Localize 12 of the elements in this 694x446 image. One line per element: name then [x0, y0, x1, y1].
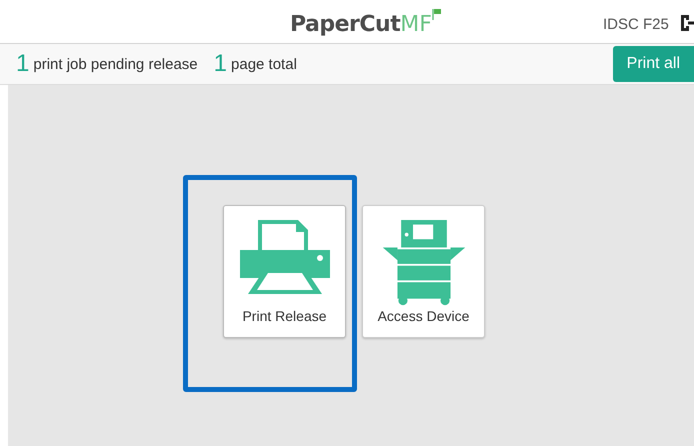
app-tile[interactable]: Access Device [362, 205, 485, 338]
device-name: IDSC F25 [603, 15, 669, 35]
summary-label: print job pending release [33, 54, 198, 74]
count: 1 [16, 52, 30, 76]
summary-label: page total [231, 54, 297, 74]
count: 1 [214, 52, 228, 76]
printer-icon [240, 220, 330, 294]
flag-icon [432, 8, 442, 20]
app-tile[interactable]: Print Release [223, 205, 346, 338]
logo-suffix: MF [400, 11, 432, 39]
logo-text: PaperCut [290, 11, 400, 39]
logout-icon[interactable] [680, 14, 694, 32]
